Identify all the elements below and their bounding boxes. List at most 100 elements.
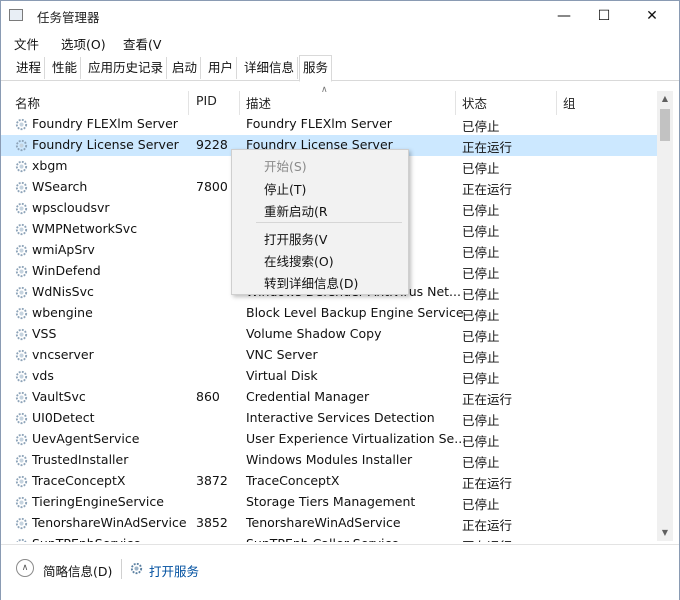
menu-file[interactable]: 文件 bbox=[14, 34, 39, 53]
tab-bar: 进程 性能 应用历史记录 启动 用户 详细信息 服务 bbox=[1, 55, 679, 82]
service-name: WinDefend bbox=[32, 263, 101, 278]
service-description: SunTPEnh Caller Service bbox=[246, 536, 399, 542]
service-description: Credential Manager bbox=[246, 389, 370, 404]
service-name: UI0Detect bbox=[32, 410, 95, 425]
service-pid: 860 bbox=[196, 389, 220, 404]
title-bar[interactable]: 任务管理器 — ☐ ✕ bbox=[1, 1, 679, 31]
service-name: VSS bbox=[32, 326, 57, 341]
service-pid: 9228 bbox=[196, 137, 228, 152]
context-item-search-online[interactable]: 在线搜索(O) bbox=[264, 251, 334, 270]
service-status: 已停止 bbox=[462, 245, 500, 260]
context-item-start[interactable]: 开始(S) bbox=[264, 156, 307, 175]
table-row[interactable]: SunTPEnhService SunTPEnh Caller Service 正在… bbox=[1, 534, 657, 542]
service-name: xbgm bbox=[32, 158, 68, 173]
service-status: 正在运行 bbox=[462, 536, 512, 542]
service-status: 已停止 bbox=[462, 224, 500, 239]
table-row[interactable]: TrustedInstaller Windows Modules Installe… bbox=[1, 450, 657, 471]
table-row[interactable]: vncserver VNC Server 已停止 bbox=[1, 345, 657, 366]
service-name: wbengine bbox=[32, 305, 93, 320]
tab-performance[interactable]: 性能 bbox=[49, 57, 82, 79]
service-pid: 3852 bbox=[196, 515, 228, 530]
context-item-stop[interactable]: 停止(T) bbox=[264, 179, 306, 198]
service-description: Foundry FLEXlm Server bbox=[246, 116, 392, 131]
scrollbar-thumb[interactable] bbox=[660, 109, 670, 141]
gear-icon bbox=[14, 453, 29, 468]
gear-icon bbox=[14, 495, 29, 510]
column-pid[interactable]: PID bbox=[196, 93, 217, 108]
close-icon[interactable]: ✕ bbox=[629, 1, 675, 31]
gear-icon bbox=[14, 411, 29, 426]
column-divider[interactable] bbox=[455, 91, 456, 115]
tab-processes[interactable]: 进程 bbox=[13, 57, 46, 79]
column-group[interactable]: 组 bbox=[563, 93, 576, 112]
table-row[interactable]: VaultSvc 860 Credential Manager 正在运行 bbox=[1, 387, 657, 408]
window-title: 任务管理器 bbox=[37, 10, 100, 25]
gear-icon bbox=[14, 537, 29, 542]
tab-users[interactable]: 用户 bbox=[205, 57, 238, 79]
context-menu: 开始(S) 停止(T) 重新启动(R 打开服务(V 在线搜索(O) 转到详细信息… bbox=[231, 149, 409, 295]
menu-options[interactable]: 选项(O) bbox=[61, 34, 106, 53]
context-item-go-to-details[interactable]: 转到详细信息(D) bbox=[264, 273, 358, 292]
column-divider[interactable] bbox=[556, 91, 557, 115]
service-name: UevAgentService bbox=[32, 431, 140, 446]
table-row[interactable]: TenorshareWinAdService 3852 TenorshareWinA… bbox=[1, 513, 657, 534]
table-row[interactable]: VSS Volume Shadow Copy 已停止 bbox=[1, 324, 657, 345]
service-status: 正在运行 bbox=[462, 182, 513, 197]
open-services-link[interactable]: 打开服务 bbox=[149, 561, 199, 580]
context-item-restart[interactable]: 重新启动(R bbox=[264, 201, 328, 220]
gear-icon bbox=[14, 432, 29, 447]
column-description[interactable]: 描述 bbox=[246, 93, 271, 112]
gear-icon bbox=[14, 201, 29, 216]
tab-app-history[interactable]: 应用历史记录 bbox=[85, 57, 168, 79]
column-name[interactable]: 名称 bbox=[15, 93, 40, 112]
vertical-scrollbar[interactable]: ▲ ▼ bbox=[657, 91, 673, 541]
table-row[interactable]: UI0Detect Interactive Services Detection 已… bbox=[1, 408, 657, 429]
service-description: Windows Modules Installer bbox=[246, 452, 413, 467]
service-pid: 7800 bbox=[196, 179, 228, 194]
service-name: TieringEngineService bbox=[32, 494, 164, 509]
chevron-up-icon[interactable]: ∧ bbox=[16, 559, 34, 577]
column-divider[interactable] bbox=[188, 91, 189, 115]
service-name: VaultSvc bbox=[32, 389, 86, 404]
context-separator bbox=[256, 222, 402, 223]
service-name: wpscloudsvr bbox=[32, 200, 110, 215]
service-name: WMPNetworkSvc bbox=[32, 221, 138, 236]
tab-services[interactable]: 服务 bbox=[299, 55, 333, 82]
table-row[interactable]: TieringEngineService Storage Tiers Manage… bbox=[1, 492, 657, 513]
service-status: 已停止 bbox=[462, 329, 500, 344]
table-row[interactable]: TraceConceptX 3872 TraceConceptX 正在运行 bbox=[1, 471, 657, 492]
context-item-open-services[interactable]: 打开服务(V bbox=[264, 229, 327, 248]
service-description: Storage Tiers Management bbox=[246, 494, 416, 509]
menu-view[interactable]: 查看(V bbox=[123, 34, 161, 53]
gear-icon bbox=[14, 348, 29, 363]
service-description: Volume Shadow Copy bbox=[246, 326, 382, 341]
scroll-down-icon[interactable]: ▼ bbox=[657, 525, 673, 541]
service-description: VNC Server bbox=[246, 347, 318, 362]
column-status[interactable]: 状态 bbox=[462, 93, 487, 112]
brief-info-link[interactable]: 简略信息(D) bbox=[43, 561, 112, 580]
service-status: 已停止 bbox=[462, 203, 500, 218]
table-row[interactable]: vds Virtual Disk 已停止 bbox=[1, 366, 657, 387]
service-status: 已停止 bbox=[462, 413, 500, 428]
service-pid: 3872 bbox=[196, 473, 228, 488]
gear-icon bbox=[14, 264, 29, 279]
maximize-icon[interactable]: ☐ bbox=[581, 1, 627, 31]
task-manager-app-icon bbox=[9, 9, 23, 21]
tab-details[interactable]: 详细信息 bbox=[241, 57, 299, 79]
service-status: 已停止 bbox=[462, 308, 500, 323]
service-description: TraceConceptX bbox=[246, 473, 340, 488]
tab-startup[interactable]: 启动 bbox=[169, 57, 202, 79]
scroll-up-icon[interactable]: ▲ bbox=[657, 91, 673, 107]
service-name: Foundry FLEXlm Server bbox=[32, 116, 178, 131]
table-row[interactable]: UevAgentService User Experience Virtualiz… bbox=[1, 429, 657, 450]
service-name: WdNisSvc bbox=[32, 284, 94, 299]
service-status: 已停止 bbox=[462, 434, 500, 449]
gear-icon bbox=[14, 222, 29, 237]
column-divider[interactable] bbox=[239, 91, 240, 115]
table-row[interactable]: Foundry FLEXlm Server Foundry FLEXlm Serv… bbox=[1, 114, 657, 135]
table-row[interactable]: wbengine Block Level Backup Engine Servic… bbox=[1, 303, 657, 324]
service-name: Foundry License Server bbox=[32, 137, 179, 152]
gear-icon bbox=[14, 369, 29, 384]
gear-icon bbox=[14, 327, 29, 342]
service-status: 已停止 bbox=[462, 161, 500, 176]
